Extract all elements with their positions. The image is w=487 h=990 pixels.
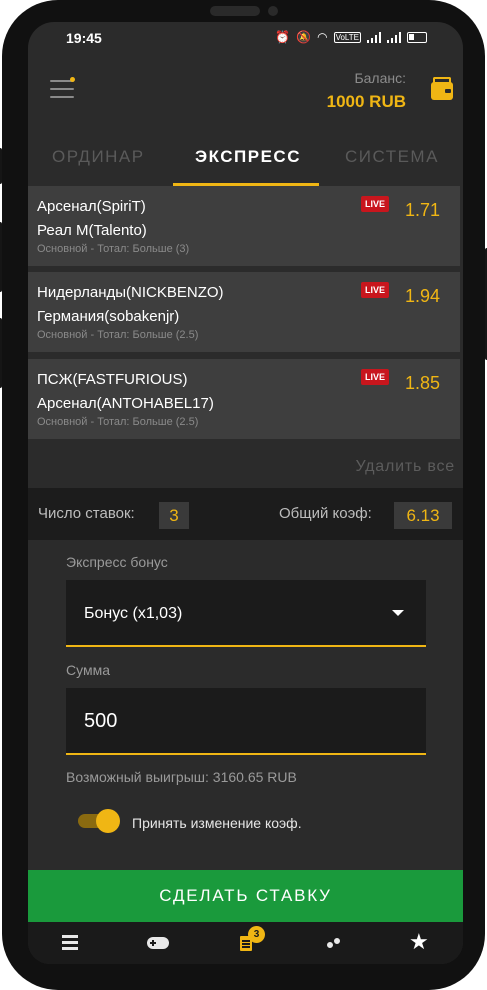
side-button xyxy=(0,222,2,292)
side-button xyxy=(0,148,2,184)
place-bet-button[interactable]: СДЕЛАТЬ СТАВКУ xyxy=(28,870,463,922)
wifi-icon: ◠ xyxy=(317,30,328,44)
tab-system[interactable]: СИСТЕМА xyxy=(345,147,439,167)
status-icons: ⏰ 🔕 ◠ VoLTE xyxy=(275,30,427,44)
possible-win: Возможный выигрыш: 3160.65 RUB xyxy=(66,769,297,785)
menu-list-icon[interactable] xyxy=(59,932,83,954)
signal-icon xyxy=(367,31,381,43)
express-bonus-select[interactable]: Бонус (x1,03) xyxy=(66,580,426,647)
bet-card[interactable]: Арсенал(SpiriT) Реал М(Talento) Основной… xyxy=(28,186,460,266)
notification-dot xyxy=(70,77,75,82)
total-coef-label: Общий коэф: xyxy=(279,505,372,522)
toggle-knob xyxy=(96,809,120,833)
bet-market: Основной - Тотал: Больше (2.5) xyxy=(37,416,199,428)
signal-icon xyxy=(387,31,401,43)
live-badge: LIVE xyxy=(361,196,389,212)
front-camera xyxy=(268,6,278,16)
bet-odds: 1.94 xyxy=(405,286,441,306)
amount-input[interactable]: 500 xyxy=(66,688,426,755)
gamepad-icon[interactable] xyxy=(146,932,170,954)
balance-value: 1000 RUB xyxy=(326,92,406,111)
bottom-nav: 3 ★ xyxy=(28,922,463,964)
bet-team-home: Нидерланды(NICKBENZO) xyxy=(37,284,224,301)
live-badge: LIVE xyxy=(361,369,389,385)
bet-card[interactable]: Нидерланды(NICKBENZO) Германия(sobakenjr… xyxy=(28,272,460,352)
mute-icon: 🔕 xyxy=(296,30,312,44)
bet-team-home: Арсенал(SpiriT) xyxy=(37,198,146,215)
total-coef-value: 6.13 xyxy=(394,502,452,529)
accept-change-label: Принять изменение коэф. xyxy=(132,815,302,831)
bet-count-label: Число ставок: xyxy=(38,505,135,522)
bet-type-tabs: ОРДИНАР ЭКСПРЕСС СИСТЕМА xyxy=(28,142,463,186)
amount-label: Сумма xyxy=(66,662,110,678)
side-button xyxy=(0,318,2,388)
bet-odds: 1.71 xyxy=(405,200,441,220)
delete-all-button[interactable]: Удалить все xyxy=(355,458,455,476)
live-badge: LIVE xyxy=(361,282,389,298)
bet-market: Основной - Тотал: Больше (2.5) xyxy=(37,329,199,341)
bet-market: Основной - Тотал: Больше (3) xyxy=(37,243,190,255)
bet-count-value: 3 xyxy=(159,502,189,529)
status-bar: 19:45 ⏰ 🔕 ◠ VoLTE xyxy=(28,22,463,56)
alarm-icon: ⏰ xyxy=(275,30,291,44)
betslip-icon[interactable]: 3 xyxy=(234,926,265,954)
tab-express[interactable]: ЭКСПРЕСС xyxy=(195,147,301,167)
star-icon[interactable]: ★ xyxy=(408,931,432,954)
bet-team-home: ПСЖ(FASTFURIOUS) xyxy=(37,371,188,388)
status-time: 19:45 xyxy=(66,30,102,46)
balance-label: Баланс: xyxy=(354,70,406,86)
express-bonus-label: Экспресс бонус xyxy=(66,554,168,570)
tab-single[interactable]: ОРДИНАР xyxy=(52,147,145,167)
menu-icon[interactable] xyxy=(50,77,75,100)
coins-icon[interactable] xyxy=(321,932,345,954)
bet-team-away: Германия(sobakenjr) xyxy=(37,308,180,325)
bet-team-away: Реал М(Talento) xyxy=(37,222,147,239)
speaker-slot xyxy=(210,6,260,16)
amount-value: 500 xyxy=(84,710,118,732)
bet-odds: 1.85 xyxy=(405,373,441,393)
battery-icon xyxy=(407,31,427,43)
volte-icon: VoLTE xyxy=(333,31,361,43)
phone-frame: 19:45 ⏰ 🔕 ◠ VoLTE Баланс: 1000 RUB ОРДИН… xyxy=(0,0,487,990)
wallet-icon[interactable] xyxy=(431,77,453,100)
betslip-badge: 3 xyxy=(248,926,265,943)
bet-summary: Число ставок: 3 Общий коэф: 6.13 xyxy=(28,488,463,540)
bet-team-away: Арсенал(ANTOHABEL17) xyxy=(37,395,214,412)
express-bonus-value: Бонус (x1,03) xyxy=(84,605,183,622)
accept-change-toggle[interactable] xyxy=(78,809,120,833)
app-screen: 19:45 ⏰ 🔕 ◠ VoLTE Баланс: 1000 RUB ОРДИН… xyxy=(28,22,463,964)
chevron-down-icon xyxy=(392,610,404,616)
bet-card[interactable]: ПСЖ(FASTFURIOUS) Арсенал(ANTOHABEL17) Ос… xyxy=(28,359,460,439)
